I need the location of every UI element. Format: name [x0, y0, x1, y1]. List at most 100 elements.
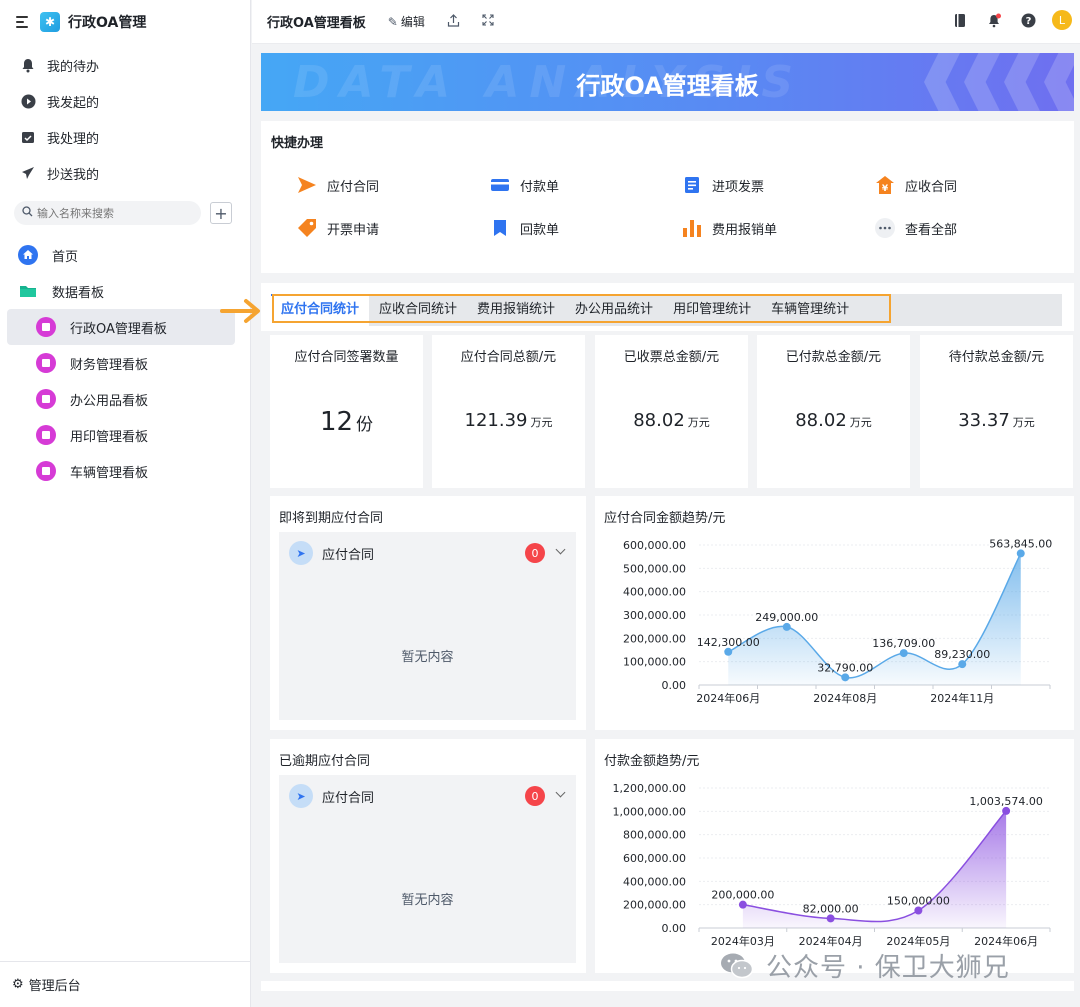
x-tick-label: 2024年06月: [696, 691, 760, 705]
board-item-seal[interactable]: 用印管理看板: [7, 417, 235, 453]
box-icon: [36, 389, 56, 409]
finance-icon: [36, 353, 56, 373]
more-icon: [875, 218, 895, 238]
y-tick-label: 600,000.00: [623, 852, 686, 865]
folder-icon: [18, 281, 38, 301]
quick-item-label: 应收合同: [905, 179, 958, 195]
watermark-text: 公众号 · 保卫大狮兄: [766, 953, 1010, 983]
x-tick-label: 2024年04月: [799, 934, 863, 948]
tree-item-label: 首页: [52, 249, 79, 265]
stat-value: 121.39 万元: [432, 410, 585, 431]
tab-receivable-contract-stats[interactable]: 应收合同统计: [369, 294, 467, 326]
tab-payable-contract-stats[interactable]: 应付合同统计: [271, 294, 370, 326]
menu-toggle-icon[interactable]: [16, 16, 30, 28]
board-item-vehicle[interactable]: 车辆管理看板: [7, 453, 235, 489]
board-item-admin-oa[interactable]: 行政OA管理看板: [7, 309, 235, 345]
wechat-icon: [720, 952, 754, 980]
tree-item-data-board[interactable]: 数据看板: [0, 273, 250, 309]
quick-item-view-all[interactable]: 查看全部: [875, 218, 957, 238]
panel-title: 即将到期应付合同: [279, 511, 384, 526]
quick-item-invoice-request[interactable]: 开票申请: [297, 218, 379, 238]
payable-trend-chart: 0.00 100,000.00 200,000.00 300,000.00 400,00…: [623, 537, 1052, 705]
stat-value: 88.02 万元: [757, 410, 910, 431]
quick-item-collection-order[interactable]: 回款单: [490, 218, 559, 238]
y-tick-label: 800,000.00: [623, 829, 686, 842]
add-button[interactable]: +: [210, 202, 232, 224]
stat-card-invoiced-total: 已收票总金额/元 88.02 万元: [595, 335, 748, 488]
tab-vehicle-stats[interactable]: 车辆管理统计: [761, 294, 859, 326]
tab-expense-stats[interactable]: 费用报销统计: [467, 294, 565, 326]
nav-item-cc[interactable]: 抄送我的: [0, 155, 250, 191]
stat-unit: 万元: [687, 416, 710, 429]
quick-item-input-invoice[interactable]: 进项发票: [682, 175, 764, 195]
stat-value: 88.02 万元: [595, 410, 748, 431]
data-point: [899, 649, 908, 658]
board-item-label: 车辆管理看板: [70, 465, 149, 481]
home-icon: [18, 245, 38, 265]
x-tick-label: 2024年11月: [930, 691, 994, 705]
list-item[interactable]: ➤ 应付合同 0: [279, 532, 576, 574]
stat-tabs: 应付合同统计 应收合同统计 费用报销统计 办公用品统计 用印管理统计 车辆管理统…: [271, 294, 1062, 326]
tree-item-home[interactable]: 首页: [0, 237, 250, 273]
quick-item-expense-claim[interactable]: 费用报销单: [682, 218, 777, 238]
nav-item-label: 我处理的: [47, 131, 100, 147]
board-item-label: 行政OA管理看板: [70, 321, 167, 337]
board-item-label: 办公用品看板: [70, 393, 149, 409]
data-point: [738, 900, 747, 909]
nav-item-todo[interactable]: 我的待办: [0, 47, 250, 83]
y-tick-label: 500,000.00: [623, 562, 686, 575]
svg-text:¥: ¥: [882, 184, 889, 194]
stat-label: 待付款总金额/元: [948, 350, 1045, 365]
count-badge: 0: [525, 543, 545, 563]
notification-bell-icon[interactable]: [984, 10, 1004, 30]
app-logo-icon: ✱: [40, 12, 60, 32]
empty-state-text: 暂无内容: [401, 650, 454, 665]
admin-console-link[interactable]: ⚙ 管理后台: [0, 961, 250, 1007]
stat-label: 应付合同总额/元: [460, 350, 557, 365]
document-icon: [682, 175, 702, 195]
stat-unit: 万元: [530, 416, 553, 429]
data-label: 136,709.00: [872, 637, 935, 650]
list-item[interactable]: ➤ 应付合同 0: [279, 775, 576, 817]
nav-item-handled[interactable]: 我处理的: [0, 119, 250, 155]
quick-item-label: 查看全部: [905, 222, 958, 238]
notebook-icon[interactable]: [950, 10, 970, 30]
data-point: [1002, 806, 1011, 815]
data-label: 1,003,574.00: [969, 795, 1042, 808]
stat-number: 88.02: [633, 410, 685, 431]
data-point: [914, 906, 923, 915]
tab-office-supplies-stats[interactable]: 办公用品统计: [565, 294, 663, 326]
page-title: 行政OA管理看板: [267, 16, 366, 31]
send-icon: [20, 165, 36, 181]
y-tick-label: 300,000.00: [623, 609, 686, 622]
tab-seal-stats[interactable]: 用印管理统计: [663, 294, 761, 326]
data-point: [782, 622, 791, 631]
sidebar-header: ✱ 行政OA管理: [0, 0, 250, 44]
quick-item-receivable-contract[interactable]: ¥ 应收合同: [875, 175, 957, 195]
chevron-down-icon[interactable]: [555, 544, 566, 555]
share-button[interactable]: [447, 13, 460, 30]
fullscreen-button[interactable]: [482, 14, 494, 29]
data-point: [958, 660, 967, 669]
stat-unit: 份: [356, 415, 374, 435]
nav-item-initiated[interactable]: 我发起的: [0, 83, 250, 119]
search-input[interactable]: [37, 206, 177, 220]
dashboard-icon: [36, 317, 56, 337]
quick-item-payment-order[interactable]: 付款单: [490, 175, 559, 195]
stat-card-contract-total: 应付合同总额/元 121.39 万元: [432, 335, 585, 488]
help-icon[interactable]: ?: [1018, 10, 1038, 30]
avatar[interactable]: L: [1052, 10, 1072, 30]
quick-item-payable-contract[interactable]: 应付合同: [297, 175, 379, 195]
chevron-down-icon[interactable]: [555, 787, 566, 798]
stat-card-unpaid-total: 待付款总金额/元 33.37 万元: [920, 335, 1073, 488]
board-item-finance[interactable]: 财务管理看板: [7, 345, 235, 381]
banner-title: 行政OA管理看板: [576, 72, 759, 100]
data-point: [826, 914, 835, 923]
play-circle-icon: [20, 93, 36, 109]
stat-label: 已付款总金额/元: [785, 350, 882, 365]
y-tick-label: 600,000.00: [623, 539, 686, 552]
board-item-office-supplies[interactable]: 办公用品看板: [7, 381, 235, 417]
edit-button[interactable]: ✎ 编辑: [388, 13, 425, 30]
y-tick-label: 1,200,000.00: [613, 782, 686, 795]
panel-title: 已逾期应付合同: [279, 754, 371, 769]
